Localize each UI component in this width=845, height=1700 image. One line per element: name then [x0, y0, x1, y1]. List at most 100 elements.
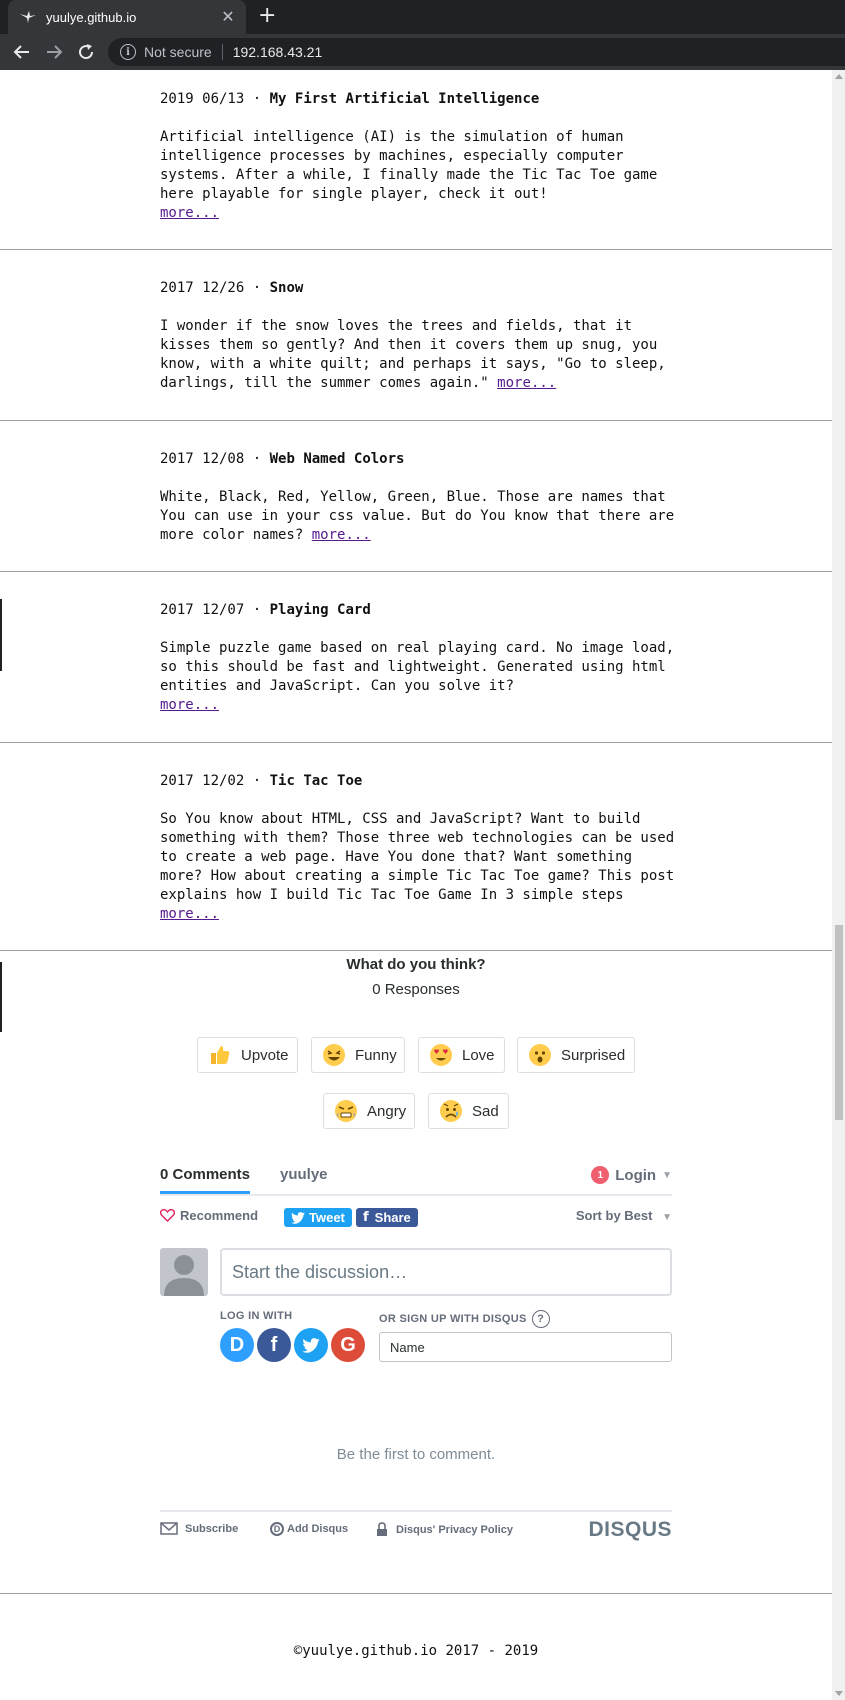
more-link[interactable]: more...	[312, 527, 371, 543]
reactions-panel: What do you think? 0 Responses	[0, 955, 832, 999]
page-scrollbar[interactable]	[832, 70, 845, 1700]
more-link[interactable]: more...	[160, 906, 219, 922]
reaction-angry-button[interactable]: Angry	[323, 1093, 415, 1129]
info-icon[interactable]: i	[120, 44, 136, 60]
post-item: 2017 12/08 · Web Named Colors White, Bla…	[0, 422, 832, 572]
reaction-funny-button[interactable]: Funny	[311, 1037, 405, 1073]
avatar	[160, 1248, 208, 1296]
facebook-login-icon[interactable]: f	[257, 1328, 291, 1362]
tab-comments[interactable]: 0 Comments	[160, 1166, 251, 1194]
side-marker	[0, 599, 2, 671]
post-item: 2019 06/13 · My First Artificial Intelli…	[0, 70, 832, 250]
privacy-policy-link[interactable]: Disqus' Privacy Policy	[376, 1522, 513, 1537]
angry-face-icon	[335, 1100, 357, 1122]
sort-label: Sort by Best	[575, 1208, 653, 1223]
address-separator	[221, 44, 223, 60]
login-menu[interactable]: 1 Login ▼	[591, 1166, 672, 1184]
post-excerpt: Artificial intelligence (AI) is the simu…	[160, 128, 680, 223]
subscribe-link[interactable]: Subscribe	[160, 1522, 238, 1535]
reaction-label: Love	[462, 1046, 495, 1064]
login-label: Login	[615, 1166, 657, 1184]
post-header: 2017 12/07 · Playing Card	[160, 601, 680, 620]
twitter-bird-icon	[291, 1211, 305, 1224]
reaction-label: Surprised	[561, 1046, 626, 1064]
disqus-actions: Recommend Tweet f Share Sort by Best ▼	[160, 1196, 672, 1236]
more-link[interactable]: more...	[497, 375, 556, 391]
disqus-logo[interactable]: DISQUS	[588, 1518, 672, 1542]
reaction-upvote-button[interactable]: Upvote	[197, 1037, 298, 1073]
help-question-icon[interactable]: ?	[531, 1310, 550, 1328]
forward-arrow-icon[interactable]	[42, 40, 66, 64]
post-text: Artificial intelligence (AI) is the simu…	[160, 129, 658, 202]
post-text: Simple puzzle game based on real playing…	[160, 640, 675, 694]
reactions-question: What do you think?	[346, 956, 486, 973]
google-login-icon[interactable]: G	[331, 1328, 365, 1362]
post-excerpt: I wonder if the snow loves the trees and…	[160, 317, 680, 393]
back-arrow-icon[interactable]	[10, 40, 34, 64]
reaction-label: Upvote	[241, 1046, 289, 1064]
more-link[interactable]: more...	[160, 205, 219, 221]
reactions-count: 0 Responses	[372, 981, 460, 998]
post-text: White, Black, Red, Yellow, Green, Blue. …	[160, 489, 675, 543]
tab-community[interactable]: yuulye	[280, 1166, 328, 1183]
lock-icon	[377, 1522, 387, 1536]
recommend-button[interactable]: Recommend	[160, 1208, 258, 1223]
post-date: 2017 12/07	[160, 602, 245, 618]
post-item: 2017 12/26 · Snow I wonder if the snow l…	[0, 251, 832, 421]
empty-comments-message: Be the first to comment.	[336, 1446, 496, 1463]
post-date: 2019 06/13	[160, 91, 245, 107]
disqus-login-icon[interactable]: D	[220, 1328, 254, 1362]
post-separator: ·	[252, 91, 262, 107]
post-title[interactable]: Web Named Colors	[270, 451, 405, 467]
post-text: So You know about HTML, CSS and JavaScri…	[160, 811, 675, 903]
signup-text: OR SIGN UP WITH DISQUS	[379, 1313, 527, 1325]
add-disqus-label: Add Disqus	[287, 1523, 349, 1535]
more-link[interactable]: more...	[160, 697, 219, 713]
reaction-surprised-button[interactable]: Surprised	[517, 1037, 635, 1073]
post-header: 2017 12/26 · Snow	[160, 279, 680, 298]
facebook-share-button[interactable]: f Share	[356, 1208, 418, 1227]
scroll-up-arrow-icon[interactable]	[835, 74, 843, 79]
add-disqus-link[interactable]: D Add Disqus	[270, 1522, 348, 1536]
browser-toolbar: i Not secure 192.168.43.21	[0, 34, 845, 70]
reload-icon[interactable]	[74, 40, 98, 64]
heart-icon	[160, 1209, 175, 1222]
post-title[interactable]: Snow	[270, 280, 304, 296]
bird-favicon-icon	[20, 9, 36, 25]
login-with-label: LOG IN WITH	[220, 1310, 293, 1322]
reaction-label: Angry	[367, 1102, 407, 1120]
post-header: 2017 12/08 · Web Named Colors	[160, 450, 680, 469]
disqus-tabs: 0 Comments yuulye 1 Login ▼	[160, 1160, 672, 1196]
notification-badge: 1	[591, 1166, 610, 1184]
envelope-icon	[160, 1522, 178, 1535]
twitter-login-icon[interactable]	[294, 1328, 328, 1362]
tab-title: yuulye.github.io	[46, 9, 137, 25]
new-tab-button[interactable]: +	[258, 3, 276, 28]
thumbs-up-icon	[209, 1044, 231, 1066]
discussion-input[interactable]: Start the discussion…	[220, 1248, 672, 1296]
name-field[interactable]: Name	[379, 1332, 672, 1362]
post-separator: ·	[252, 602, 262, 618]
tweet-button[interactable]: Tweet	[284, 1208, 352, 1227]
sort-dropdown[interactable]: Sort by Best ▼	[576, 1208, 672, 1223]
reaction-sad-button[interactable]: Sad	[428, 1093, 509, 1129]
chevron-down-icon: ▼	[662, 1169, 672, 1181]
post-item: 2017 12/07 · Playing Card Simple puzzle …	[0, 573, 832, 743]
browser-tab[interactable]: yuulye.github.io ✕	[8, 0, 246, 34]
post-title[interactable]: Playing Card	[270, 602, 371, 618]
scroll-down-arrow-icon[interactable]	[835, 1691, 843, 1696]
post-excerpt: White, Black, Red, Yellow, Green, Blue. …	[160, 488, 680, 545]
reaction-love-button[interactable]: Love	[418, 1037, 505, 1073]
sad-face-icon	[440, 1100, 462, 1122]
post-title[interactable]: My First Artificial Intelligence	[270, 91, 540, 107]
scrollbar-thumb[interactable]	[835, 925, 843, 1120]
address-bar[interactable]: i Not secure 192.168.43.21	[108, 38, 845, 66]
close-tab-icon[interactable]: ✕	[218, 7, 238, 27]
post-header: 2017 12/02 · Tic Tac Toe	[160, 772, 680, 791]
post-title[interactable]: Tic Tac Toe	[270, 773, 363, 789]
security-label: Not secure	[144, 44, 212, 60]
heart-eyes-face-icon	[430, 1044, 452, 1066]
url-text: 192.168.43.21	[232, 44, 323, 60]
share-label: Share	[374, 1210, 411, 1225]
post-excerpt: Simple puzzle game based on real playing…	[160, 639, 680, 715]
